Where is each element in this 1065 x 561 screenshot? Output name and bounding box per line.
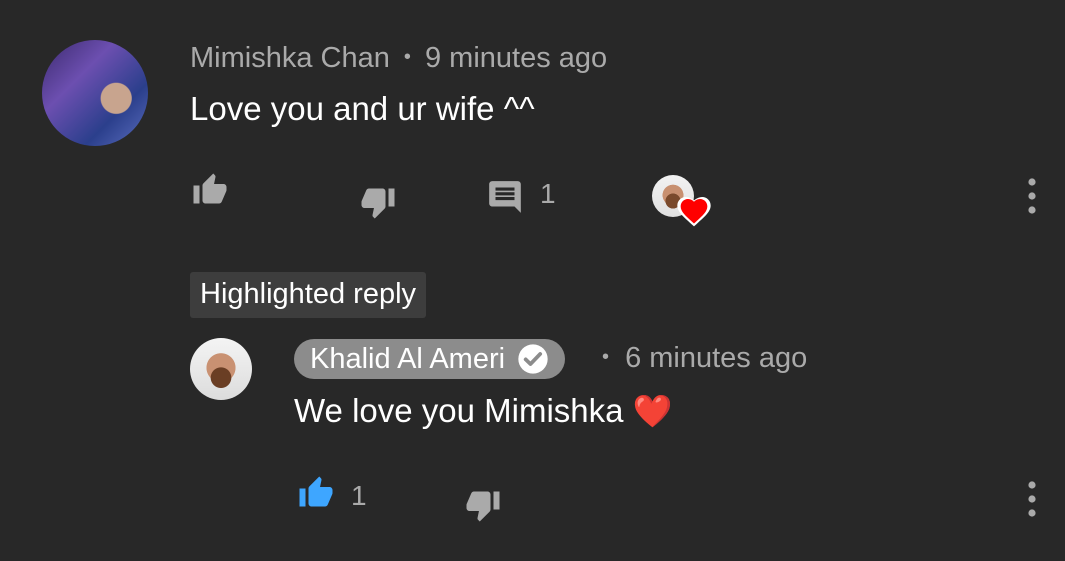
reply-count: 1	[540, 178, 556, 209]
thumb-up-icon[interactable]	[190, 172, 230, 208]
comment-text: Love you and ur wife ^^	[190, 90, 535, 127]
thumb-up-liked-icon[interactable]	[296, 475, 336, 511]
reply-author: Khalid Al Ameri	[310, 342, 506, 375]
comment-icon[interactable]	[486, 178, 524, 216]
reply-like-count: 1	[351, 480, 367, 511]
reply-author-avatar[interactable]	[190, 338, 252, 400]
reply-author-pill[interactable]: Khalid Al Ameri	[294, 339, 566, 379]
thumb-down-icon[interactable]	[463, 487, 503, 523]
separator-dot: •	[602, 346, 610, 368]
verified-check-icon	[517, 343, 549, 375]
highlighted-reply-badge: Highlighted reply	[190, 272, 427, 318]
reply-text: We love you Mimishka	[294, 392, 624, 429]
comment-header: Mimishka Chan • 9 minutes ago	[190, 42, 607, 75]
creator-heart[interactable]	[652, 175, 714, 229]
comment-author[interactable]: Mimishka Chan	[190, 42, 390, 74]
heart-emoji: ❤️	[632, 393, 673, 429]
reply-text-row: We love you Mimishka ❤️	[294, 392, 673, 430]
comment-time[interactable]: 9 minutes ago	[425, 42, 607, 74]
more-vert-icon[interactable]	[1016, 176, 1048, 216]
thumb-down-icon[interactable]	[358, 184, 398, 220]
reply-meta: • 6 minutes ago	[602, 342, 807, 375]
heart-badge-icon	[677, 195, 711, 227]
separator-dot: •	[403, 46, 411, 68]
more-vert-icon[interactable]	[1016, 479, 1048, 519]
commenter-avatar[interactable]	[42, 40, 148, 146]
reply-time[interactable]: 6 minutes ago	[625, 342, 807, 374]
